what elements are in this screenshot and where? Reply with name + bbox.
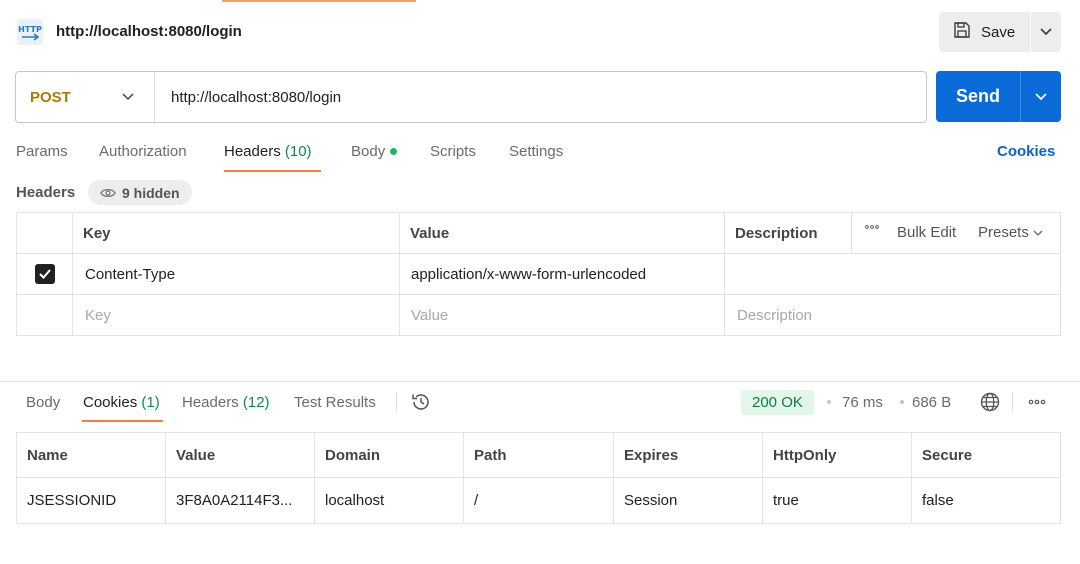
chevron-down-icon (1035, 92, 1047, 100)
presets-label: Presets (978, 224, 1029, 241)
save-label: Save (981, 23, 1016, 41)
divider (1012, 393, 1013, 411)
hidden-headers-toggle[interactable]: 9 hidden (88, 180, 192, 205)
response-tab-cookies[interactable]: Cookies (1) (83, 394, 160, 412)
cookie-httponly-cell: true (763, 478, 912, 523)
url-bar: POST (15, 71, 927, 123)
tab-headers-label: Headers (224, 143, 281, 160)
chevron-down-icon (1033, 230, 1043, 236)
row-checkbox-cell (17, 295, 73, 336)
response-tab-cookies-label: Cookies (83, 394, 138, 411)
tab-body[interactable]: Body (351, 143, 398, 161)
cookie-expires-cell: Session (614, 478, 763, 523)
cookie-column-value: Value (166, 433, 315, 478)
method-select[interactable]: POST (16, 72, 155, 122)
eye-icon (100, 188, 116, 197)
status-badge[interactable]: 200 OK (741, 390, 814, 415)
send-options-button[interactable] (1021, 71, 1061, 122)
separator-dot (827, 400, 831, 404)
cookie-column-domain: Domain (315, 433, 464, 478)
more-options-button[interactable] (865, 224, 879, 230)
row-checkbox-cell (17, 254, 73, 295)
cookie-path-cell: / (464, 478, 614, 523)
check-icon (38, 269, 51, 279)
headers-table: Key Value Description Bulk Edit Presets … (16, 212, 1061, 336)
cookie-value-cell[interactable]: 3F8A0A2114F3... (166, 478, 315, 523)
tab-headers-count: (10) (284, 143, 312, 160)
tab-underline (224, 170, 321, 172)
more-icon[interactable] (1026, 394, 1048, 410)
url-input[interactable] (155, 72, 926, 122)
response-size[interactable]: 686 B (912, 394, 951, 412)
hidden-headers-count: 9 hidden (122, 184, 180, 201)
new-key-input[interactable]: Key (73, 295, 400, 336)
cookie-column-secure: Secure (912, 433, 1061, 478)
new-description-input[interactable]: Description (725, 295, 1061, 336)
send-button-group: Send (936, 71, 1061, 122)
response-tab-headers-count: (12) (242, 394, 270, 411)
globe-icon[interactable] (979, 391, 1001, 413)
divider (396, 393, 397, 411)
header-description-cell[interactable] (725, 254, 1061, 295)
tab-body-label: Body (351, 143, 386, 160)
cookie-column-httponly: HttpOnly (763, 433, 912, 478)
tab-authorization[interactable]: Authorization (99, 143, 187, 161)
separator-dot (900, 400, 904, 404)
tab-underline (82, 420, 163, 422)
response-tab-test-results[interactable]: Test Results (294, 394, 376, 412)
headers-section-label: Headers (16, 184, 76, 201)
history-icon[interactable] (410, 391, 432, 413)
http-icon: HTTP (16, 18, 44, 46)
table-header-cell (17, 213, 73, 254)
cookie-secure-cell: false (922, 492, 954, 509)
bulk-edit-button[interactable]: Bulk Edit (897, 224, 956, 241)
row-enabled-checkbox[interactable] (34, 264, 55, 284)
save-button-group: Save (939, 12, 1061, 52)
cookies-link[interactable]: Cookies (997, 143, 1055, 160)
presets-dropdown[interactable]: Presets (978, 224, 1043, 241)
response-tab-headers-label: Headers (182, 394, 239, 411)
tab-settings[interactable]: Settings (509, 143, 563, 161)
header-description-column: Description (725, 213, 852, 254)
header-key-cell[interactable]: Content-Type (73, 254, 400, 295)
cookie-column-name: Name (17, 433, 166, 478)
response-time[interactable]: 76 ms (842, 394, 883, 412)
request-title: http://localhost:8080/login (56, 23, 242, 40)
header-key-column: Key (73, 213, 400, 254)
save-icon (953, 21, 971, 43)
cookie-column-path: Path (464, 433, 614, 478)
header-value-cell[interactable]: application/x-www-form-urlencoded (400, 254, 725, 295)
save-options-button[interactable] (1031, 12, 1061, 52)
chevron-down-icon (1040, 28, 1052, 36)
method-label: POST (30, 88, 71, 106)
response-divider (0, 381, 1080, 382)
send-button[interactable]: Send (936, 71, 1020, 122)
response-tab-cookies-count: (1) (141, 394, 160, 411)
save-button[interactable]: Save (939, 12, 1030, 52)
header-value-column: Value (400, 213, 725, 254)
chevron-down-icon (122, 93, 134, 101)
tab-params[interactable]: Params (16, 143, 68, 161)
cookie-column-expires: Expires (614, 433, 763, 478)
more-icon (865, 225, 879, 229)
response-tab-headers[interactable]: Headers (12) (182, 394, 270, 412)
cookies-table: Name Value Domain Path Expires HttpOnly … (16, 432, 1061, 524)
response-tab-body[interactable]: Body (26, 394, 60, 412)
active-tab-indicator (222, 0, 416, 2)
new-value-input[interactable]: Value (400, 295, 725, 336)
tab-scripts[interactable]: Scripts (430, 143, 476, 161)
tab-headers[interactable]: Headers (10) (224, 143, 312, 161)
cookie-name-cell: JSESSIONID (17, 478, 166, 523)
cookie-domain-cell: localhost (315, 478, 464, 523)
body-indicator-dot (390, 147, 398, 155)
